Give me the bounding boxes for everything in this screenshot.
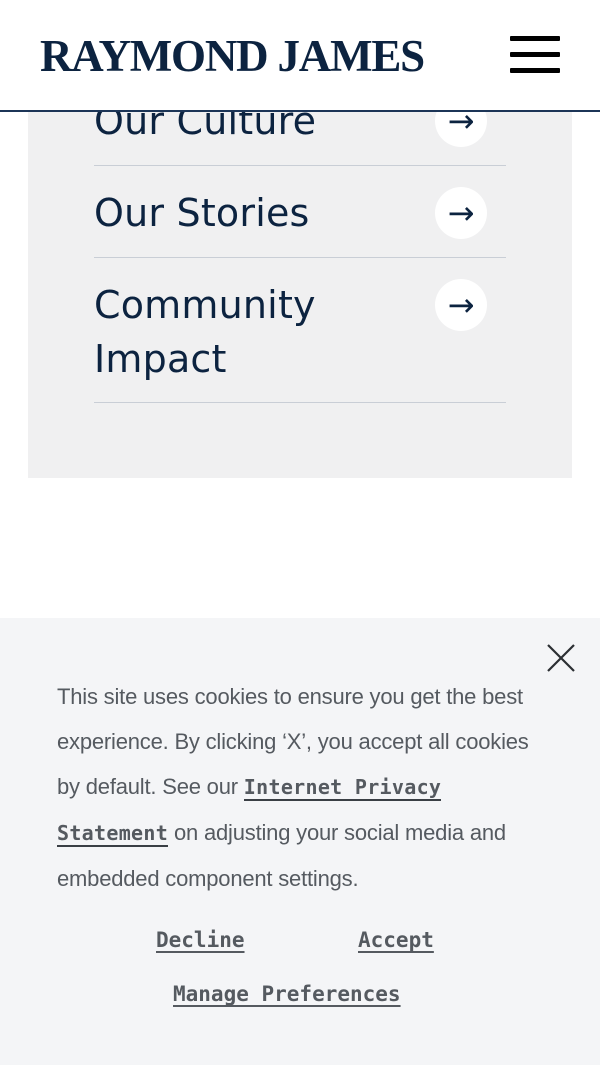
- menu-bar: [510, 52, 560, 57]
- nav-panel: Our Culture → Our Stories → Community Im…: [28, 80, 572, 478]
- nav-item-label: Our Stories: [94, 191, 310, 235]
- accept-button[interactable]: Accept: [358, 928, 434, 952]
- nav-item-community-impact[interactable]: Community Impact →: [94, 258, 506, 403]
- decline-button[interactable]: Decline: [156, 928, 245, 952]
- close-icon[interactable]: [545, 642, 577, 674]
- close-icon-graphic: [547, 644, 575, 672]
- arrow-right-icon[interactable]: →: [435, 279, 487, 331]
- cookie-message: This site uses cookies to ensure you get…: [57, 674, 557, 901]
- menu-bar: [510, 68, 560, 73]
- menu-bar: [510, 36, 560, 41]
- site-header: RAYMOND JAMES: [0, 0, 600, 112]
- nav-item-our-stories[interactable]: Our Stories →: [94, 166, 506, 258]
- arrow-right-icon[interactable]: →: [435, 187, 487, 239]
- nav-item-label: Community Impact: [94, 283, 316, 381]
- raymond-james-logo[interactable]: RAYMOND JAMES: [40, 30, 425, 82]
- manage-preferences-button[interactable]: Manage Preferences: [173, 982, 401, 1006]
- hamburger-menu-icon[interactable]: [510, 36, 562, 76]
